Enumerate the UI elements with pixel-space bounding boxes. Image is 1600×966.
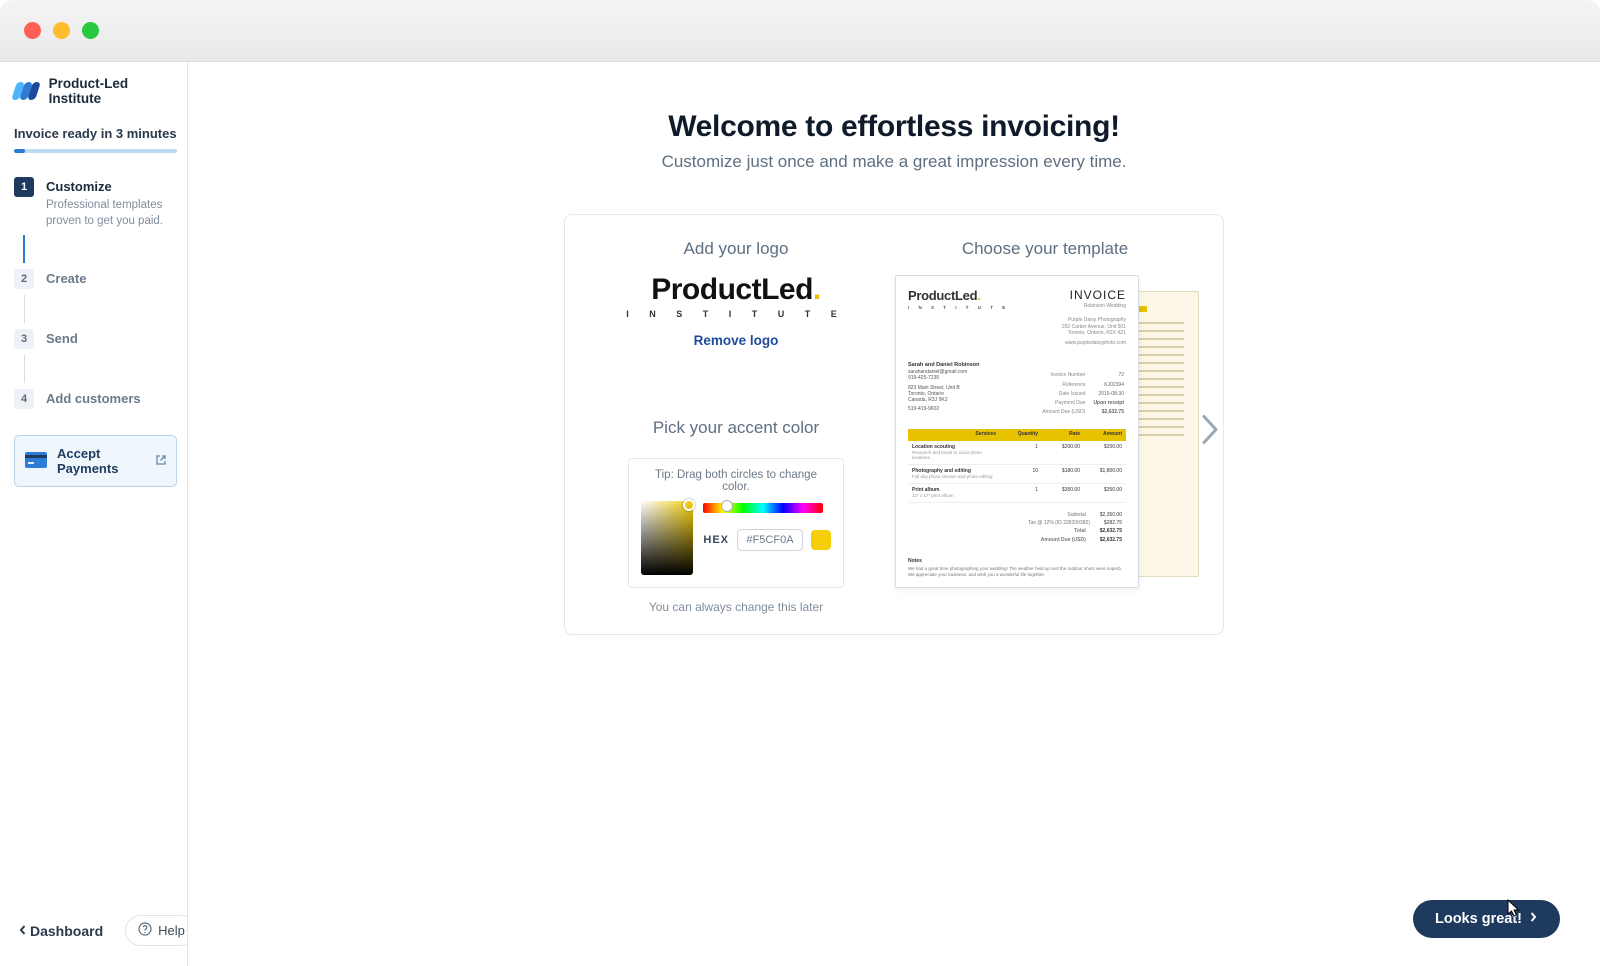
preview-bill-to: Sarah and Daniel Robinson sarahandaniel@…	[908, 362, 980, 418]
hero-title: Welcome to effortless invoicing!	[188, 110, 1600, 144]
onboarding-sidebar: Product-Led Institute Invoice ready in 3…	[0, 62, 188, 966]
uploaded-logo-preview: ProductLed. I N S T I T U T E	[626, 273, 846, 319]
step-label: Create	[46, 269, 86, 286]
step-label: Add customers	[46, 389, 141, 406]
chevron-right-icon	[1528, 911, 1538, 927]
hue-handle[interactable]	[721, 500, 733, 512]
preview-invoice-title: INVOICE Robinson Wedding Purple Daisy Ph…	[1062, 288, 1126, 346]
color-picker-tip: Tip: Drag both circles to change color.	[641, 469, 831, 493]
macos-titlebar	[0, 0, 1600, 62]
hero: Welcome to effortless invoicing! Customi…	[188, 110, 1600, 172]
customize-card: Add your logo ProductLed. I N S T I T U …	[564, 214, 1224, 635]
logo-dot: .	[813, 273, 821, 306]
help-button[interactable]: Help	[125, 915, 198, 946]
step-customize[interactable]: 1 Customize Professional templates prove…	[14, 171, 177, 235]
step-number: 1	[14, 177, 34, 197]
dashboard-link[interactable]: Dashboard	[18, 923, 103, 939]
brand-header: Product-Led Institute	[14, 76, 177, 106]
saturation-value-square[interactable]	[641, 501, 693, 575]
step-number: 3	[14, 329, 34, 349]
preview-notes: Notes We had a great time photographing …	[908, 558, 1126, 578]
pick-accent-heading: Pick your accent color	[653, 418, 819, 438]
dashboard-label: Dashboard	[30, 923, 103, 939]
step-number: 2	[14, 269, 34, 289]
window-zoom-dot[interactable]	[82, 22, 99, 39]
color-picker: Tip: Drag both circles to change color. …	[628, 458, 844, 588]
hex-input[interactable]	[737, 529, 803, 551]
looks-great-button[interactable]: Looks great!	[1413, 900, 1560, 938]
chevron-left-icon	[18, 923, 28, 939]
step-connector	[23, 235, 25, 263]
preview-line-item: Print album12" x 17" print album1$350.00…	[908, 484, 1126, 503]
step-number: 4	[14, 389, 34, 409]
accept-payments-button[interactable]: Accept Payments	[14, 435, 177, 487]
brand-name: Product-Led Institute	[49, 76, 177, 106]
preview-logo: ProductLed. I N S T I T U T E	[908, 288, 1009, 346]
onboarding-steps: 1 Customize Professional templates prove…	[14, 171, 177, 415]
remove-logo-link[interactable]: Remove logo	[694, 333, 779, 348]
wave-logo-icon	[14, 82, 39, 100]
logo-text: ProductLed	[651, 273, 813, 306]
progress-headline: Invoice ready in 3 minutes	[14, 126, 177, 141]
main-content: Welcome to effortless invoicing! Customi…	[188, 62, 1600, 966]
step-description: Professional templates proven to get you…	[46, 198, 177, 229]
change-later-hint: You can always change this later	[649, 600, 823, 614]
sv-handle[interactable]	[683, 499, 695, 511]
hex-label: HEX	[703, 534, 729, 546]
preview-line-item: Location scoutingResearch and travel to …	[908, 441, 1126, 466]
external-link-icon	[156, 455, 166, 468]
step-send[interactable]: 3 Send	[14, 323, 177, 355]
logo-subtext: I N S T I T U T E	[626, 309, 846, 319]
window-minimize-dot[interactable]	[53, 22, 70, 39]
hero-subtitle: Customize just once and make a great imp…	[188, 152, 1600, 172]
credit-card-icon	[25, 452, 47, 471]
preview-totals: Subtotal$2,350.00 Tax @ 12% (ID 22820938…	[908, 511, 1126, 544]
help-label: Help	[158, 923, 185, 938]
step-connector	[24, 355, 25, 383]
color-swatch	[811, 530, 831, 550]
preview-meta-table: Invoice Number72 ReferenceKJ02394 Date I…	[1034, 370, 1126, 418]
step-connector	[24, 295, 25, 323]
step-create[interactable]: 2 Create	[14, 263, 177, 295]
mouse-cursor-icon	[1507, 899, 1522, 922]
add-logo-heading: Add your logo	[684, 239, 789, 259]
step-add-customers[interactable]: 4 Add customers	[14, 383, 177, 415]
onboarding-progress-bar	[14, 149, 177, 153]
template-column: Choose your template ProductLed. I N S T…	[895, 239, 1195, 614]
template-carousel: ProductLed. I N S T I T U T E INVOICE Ro…	[895, 275, 1195, 588]
hue-slider[interactable]	[703, 503, 823, 513]
window-close-dot[interactable]	[24, 22, 41, 39]
invoice-template-preview[interactable]: ProductLed. I N S T I T U T E INVOICE Ro…	[895, 275, 1139, 588]
next-template-button[interactable]	[1197, 412, 1221, 451]
preview-table-header: Services Quantity Rate Amount	[908, 429, 1126, 441]
preview-line-item: Photography and editingFull day photo se…	[908, 465, 1126, 484]
help-circle-icon	[138, 922, 152, 939]
step-label: Customize	[46, 177, 177, 194]
accept-payments-label: Accept Payments	[57, 446, 146, 476]
step-label: Send	[46, 329, 78, 346]
choose-template-heading: Choose your template	[962, 239, 1128, 259]
logo-and-color-column: Add your logo ProductLed. I N S T I T U …	[593, 239, 879, 614]
